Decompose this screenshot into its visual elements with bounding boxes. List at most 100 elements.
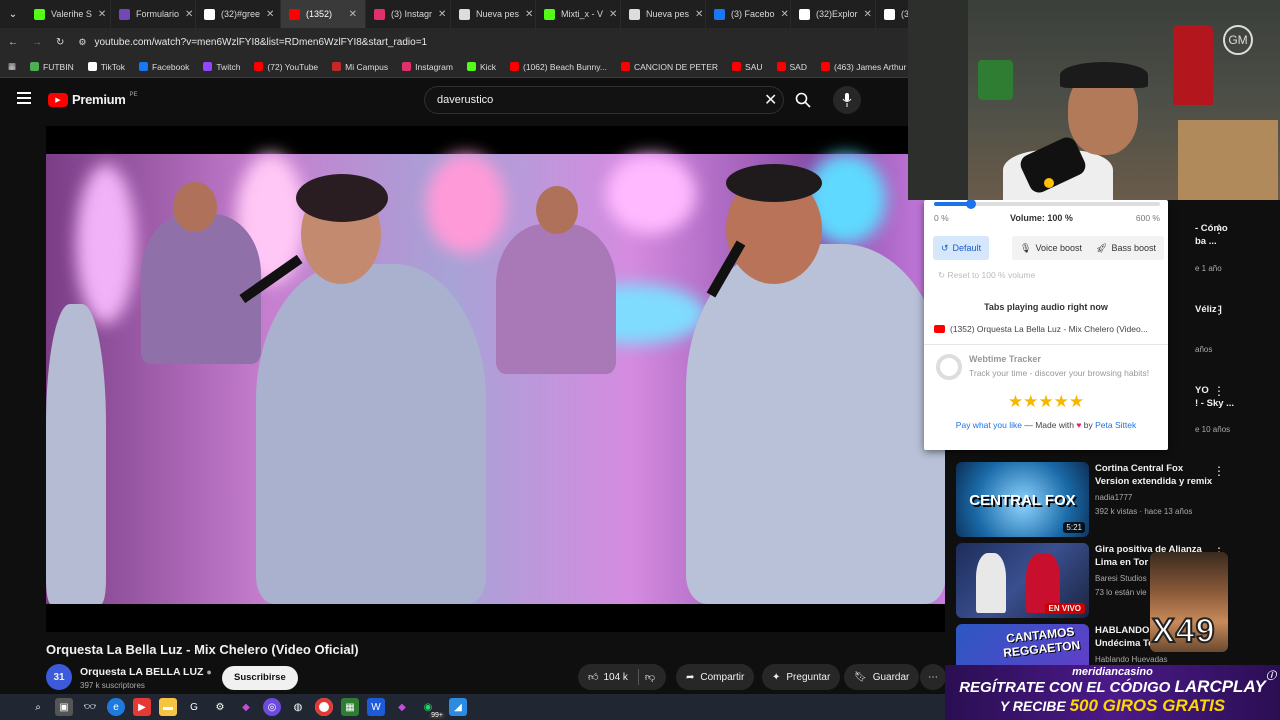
app-icon[interactable]: ⚙	[211, 698, 229, 716]
voice-search-button[interactable]	[833, 86, 861, 114]
partial-video-title-3[interactable]: YO ! - Sky ...	[1195, 384, 1255, 410]
save-button[interactable]: 🔖︎ Guardar	[844, 664, 920, 690]
channel-name[interactable]: Baresi Studios	[1095, 574, 1147, 583]
star-icon[interactable]: ★	[1038, 392, 1053, 411]
close-tab-icon[interactable]: ✕	[864, 9, 872, 20]
app-icon[interactable]: G	[185, 698, 203, 716]
clear-search-icon[interactable]: ✕	[764, 90, 777, 110]
bookmark-item[interactable]: (72) YouTube	[254, 62, 318, 72]
file-explorer-icon[interactable]: ▬	[159, 698, 177, 716]
default-button[interactable]: ↺ Default	[933, 236, 990, 260]
bookmark-item[interactable]: Twitch	[203, 62, 240, 72]
chrome-icon[interactable]	[315, 698, 333, 716]
volume-slider[interactable]	[934, 199, 1160, 209]
close-tab-icon[interactable]: ✕	[695, 9, 703, 20]
gamepad-icon[interactable]: 👓︎	[81, 698, 99, 716]
apps-icon[interactable]: ▦	[8, 61, 16, 72]
reset-volume-button[interactable]: ↻ Reset to 100 % volume	[938, 270, 1035, 281]
browser-tab[interactable]: (3) Facebo ✕	[706, 0, 791, 28]
close-tab-icon[interactable]: ✕	[438, 9, 446, 20]
back-icon[interactable]: ←	[8, 37, 18, 48]
bookmark-item[interactable]: Mi Campus	[332, 62, 388, 72]
browser-tab[interactable]: Nueva pes ✕	[451, 0, 536, 28]
search-input[interactable]: daverustico	[424, 86, 784, 114]
subscribe-button[interactable]: Suscribirse	[222, 666, 298, 690]
more-actions-button[interactable]: ⋯	[920, 664, 946, 690]
like-button[interactable]: 👍︎ 104 k	[588, 671, 628, 684]
app-icon[interactable]: ▶	[133, 698, 151, 716]
bookmark-item[interactable]: Kick	[466, 62, 496, 72]
app-icon[interactable]: ◆	[237, 698, 255, 716]
bookmark-item[interactable]: (463) James Arthur -...	[821, 62, 908, 72]
ask-button[interactable]: ✦ Preguntar	[762, 664, 841, 690]
windows-start-icon[interactable]	[6, 700, 21, 715]
youtube-logo[interactable]: ▶ Premium PE	[48, 92, 138, 107]
volume-slider-handle[interactable]	[965, 199, 976, 209]
forward-icon[interactable]: →	[32, 37, 42, 48]
browser-tab[interactable]: Nueva pes ✕	[621, 0, 706, 28]
channel-name[interactable]: Hablando Huevadas	[1095, 655, 1168, 664]
bookmark-item[interactable]: SAU	[732, 62, 763, 72]
close-tab-icon[interactable]: ✕	[266, 9, 274, 20]
dislike-button[interactable]: 👎︎	[645, 671, 655, 683]
search-icon[interactable]: ⌕	[29, 698, 47, 716]
voice-boost-button[interactable]: 🎙︎ Voice boost	[1012, 236, 1090, 260]
rating-stars[interactable]: ★★★★★	[924, 392, 1168, 412]
video-thumbnail[interactable]: CENTRAL FOX 5:21	[956, 462, 1089, 537]
channel-name-row[interactable]: Orquesta LA BELLA LUZ ●	[80, 666, 212, 678]
bookmark-item[interactable]: FUTBIN	[30, 62, 74, 72]
more-icon[interactable]: ⋮	[1213, 303, 1225, 317]
close-tab-icon[interactable]: ✕	[98, 9, 106, 20]
browser-tab[interactable]: (3) Instagr ✕	[366, 0, 451, 28]
discord-icon[interactable]: ◎	[263, 698, 281, 716]
bookmark-item[interactable]: Instagram	[402, 62, 453, 72]
more-icon[interactable]: ⋮	[1213, 384, 1225, 398]
close-tab-icon[interactable]: ✕	[349, 9, 357, 20]
whatsapp-icon[interactable]: ◉ 99+	[419, 698, 445, 719]
bookmark-item[interactable]: (1062) Beach Bunny...	[510, 62, 607, 72]
edge-icon[interactable]: e	[107, 698, 125, 716]
bookmark-item[interactable]: CANCION DE PETER	[620, 62, 718, 72]
bookmark-item[interactable]: TikTok	[87, 62, 125, 72]
browser-tab[interactable]: Mixti_x - V ✕	[536, 0, 621, 28]
word-icon[interactable]: W	[367, 698, 385, 716]
video-thumbnail[interactable]: EN VIVO	[956, 543, 1089, 618]
app-icon[interactable]: ◍	[289, 698, 307, 716]
close-tab-icon[interactable]: ✕	[525, 9, 533, 20]
channel-name[interactable]: nadia1777	[1095, 493, 1132, 502]
partial-video-title-2[interactable]: Véliz |	[1195, 303, 1255, 316]
bookmark-item[interactable]: SAD	[776, 62, 807, 72]
more-icon[interactable]: ⋮	[1213, 222, 1225, 236]
pay-link[interactable]: Pay what you like	[956, 420, 1022, 430]
close-tab-icon[interactable]: ✕	[609, 9, 617, 20]
close-tab-icon[interactable]: ✕	[781, 9, 789, 20]
browser-tab[interactable]: (32)Explor ✕	[791, 0, 876, 28]
url-field[interactable]: youtube.com/watch?v=men6WzlFYI8&list=RDm…	[94, 37, 427, 48]
star-icon[interactable]: ★	[1069, 392, 1084, 411]
bass-boost-button[interactable]: 🚀︎ Bass boost	[1088, 236, 1164, 260]
bookmark-item[interactable]: Facebook	[138, 62, 189, 72]
info-icon[interactable]: ⓘ	[1266, 667, 1276, 682]
video-title[interactable]: Cortina Central Fox Version extendida y …	[1095, 462, 1215, 488]
reload-icon[interactable]: ↻	[56, 37, 64, 48]
app-icon[interactable]: ◆	[393, 698, 411, 716]
browser-tab[interactable]: Valerihe S ✕	[26, 0, 111, 28]
browser-tab[interactable]: (3✕	[876, 0, 908, 28]
video-player[interactable]	[46, 126, 945, 632]
site-info-icon[interactable]: ⚙	[78, 37, 86, 48]
star-icon[interactable]: ★	[1023, 392, 1038, 411]
close-tab-icon[interactable]: ✕	[185, 9, 193, 20]
star-icon[interactable]: ★	[1054, 392, 1069, 411]
browser-tab[interactable]: (32)#gree ✕	[196, 0, 281, 28]
store-icon[interactable]: ▣	[55, 698, 73, 716]
tab-search-icon[interactable]: ⌄	[0, 0, 26, 28]
list-item[interactable]: CENTRAL FOX 5:21 Cortina Central Fox Ver…	[956, 462, 1225, 540]
search-button[interactable]	[784, 86, 822, 114]
channel-avatar[interactable]: 31	[46, 664, 72, 690]
calculator-icon[interactable]: ▦	[341, 698, 359, 716]
star-icon[interactable]: ★	[1008, 392, 1023, 411]
tracker-title[interactable]: Webtime Tracker	[969, 354, 1041, 364]
browser-tab[interactable]: (1352) ✕	[281, 0, 366, 28]
more-icon[interactable]: ⋮	[1213, 464, 1225, 478]
menu-icon[interactable]	[17, 92, 31, 104]
